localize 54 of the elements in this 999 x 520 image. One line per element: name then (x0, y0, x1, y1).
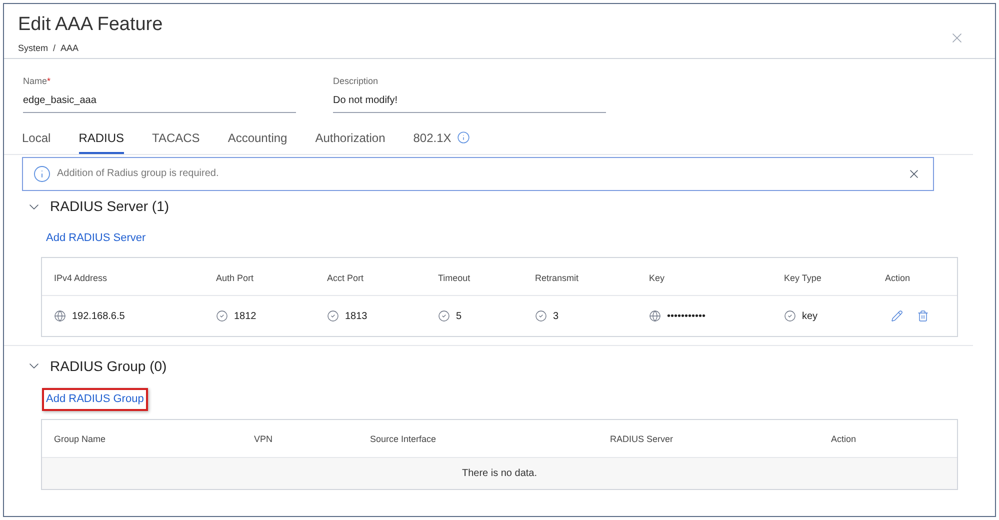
check-icon (216, 310, 228, 322)
column-header: Retransmit (535, 272, 579, 282)
required-mark: * (47, 76, 51, 86)
text-field[interactable]: Description Do not modify! (333, 75, 606, 112)
field-label: Description (333, 75, 380, 88)
empty-message: There is no data. (462, 466, 538, 480)
check-icon (327, 310, 339, 322)
globe-icon (54, 310, 66, 322)
table-cell-text: ••••••••••• (667, 310, 706, 324)
column-header: Acct Port (327, 272, 364, 282)
table-cell-text: 1813 (345, 310, 368, 324)
table-cell-text: key (802, 310, 818, 324)
table-cell-text: 1812 (234, 310, 256, 324)
column-header: Action (831, 434, 856, 444)
edit-icon[interactable] (891, 310, 903, 322)
section-title: RADIUS Group (0) (50, 356, 167, 376)
check-icon (438, 310, 450, 322)
field-label: Name* (23, 75, 52, 88)
column-header: Key (649, 272, 665, 282)
add-link[interactable]: Add RADIUS Server (42, 226, 150, 249)
field-value: edge_basic_aaa (23, 94, 98, 108)
column-header: IPv4 Address (54, 272, 108, 282)
column-header: Source Interface (370, 434, 436, 444)
column-header: Timeout (438, 272, 470, 282)
tab[interactable]: Local (22, 130, 51, 154)
section-title: RADIUS Server (1) (50, 197, 170, 216)
info-icon[interactable] (457, 131, 470, 144)
check-icon (784, 310, 796, 322)
column-header: Auth Port (216, 272, 254, 282)
info-icon (33, 164, 51, 182)
check-icon (535, 310, 547, 322)
window-title: Edit AAA Feature (18, 13, 163, 37)
tab[interactable]: Authorization (315, 130, 386, 154)
column-header: Group Name (54, 434, 106, 444)
breadcrumb-item[interactable]: AAA (60, 42, 79, 56)
tab[interactable]: TACACS (152, 130, 200, 154)
column-header: VPN (254, 434, 273, 444)
table-cell-text: 3 (553, 310, 559, 324)
table-cell-text: 5 (456, 310, 462, 324)
table-cell-text: 192.168.6.5 (72, 310, 125, 324)
column-header: Action (885, 272, 910, 282)
breadcrumb-item[interactable]: System (18, 42, 48, 56)
tab[interactable]: RADIUS (78, 130, 124, 154)
tab[interactable]: Accounting (228, 130, 288, 154)
alert-message: Addition of Radius group is required. (57, 167, 219, 181)
tab[interactable]: 802.1X (413, 130, 470, 154)
add-link[interactable]: Add RADIUS Group (42, 388, 148, 410)
globe-icon (649, 310, 661, 322)
column-header: Key Type (784, 272, 822, 282)
column-header: RADIUS Server (610, 434, 674, 444)
breadcrumb-separator: / (53, 42, 56, 55)
field-value: Do not modify! (333, 94, 398, 108)
delete-icon[interactable] (917, 310, 929, 322)
text-field[interactable]: Name* edge_basic_aaa (23, 75, 296, 112)
